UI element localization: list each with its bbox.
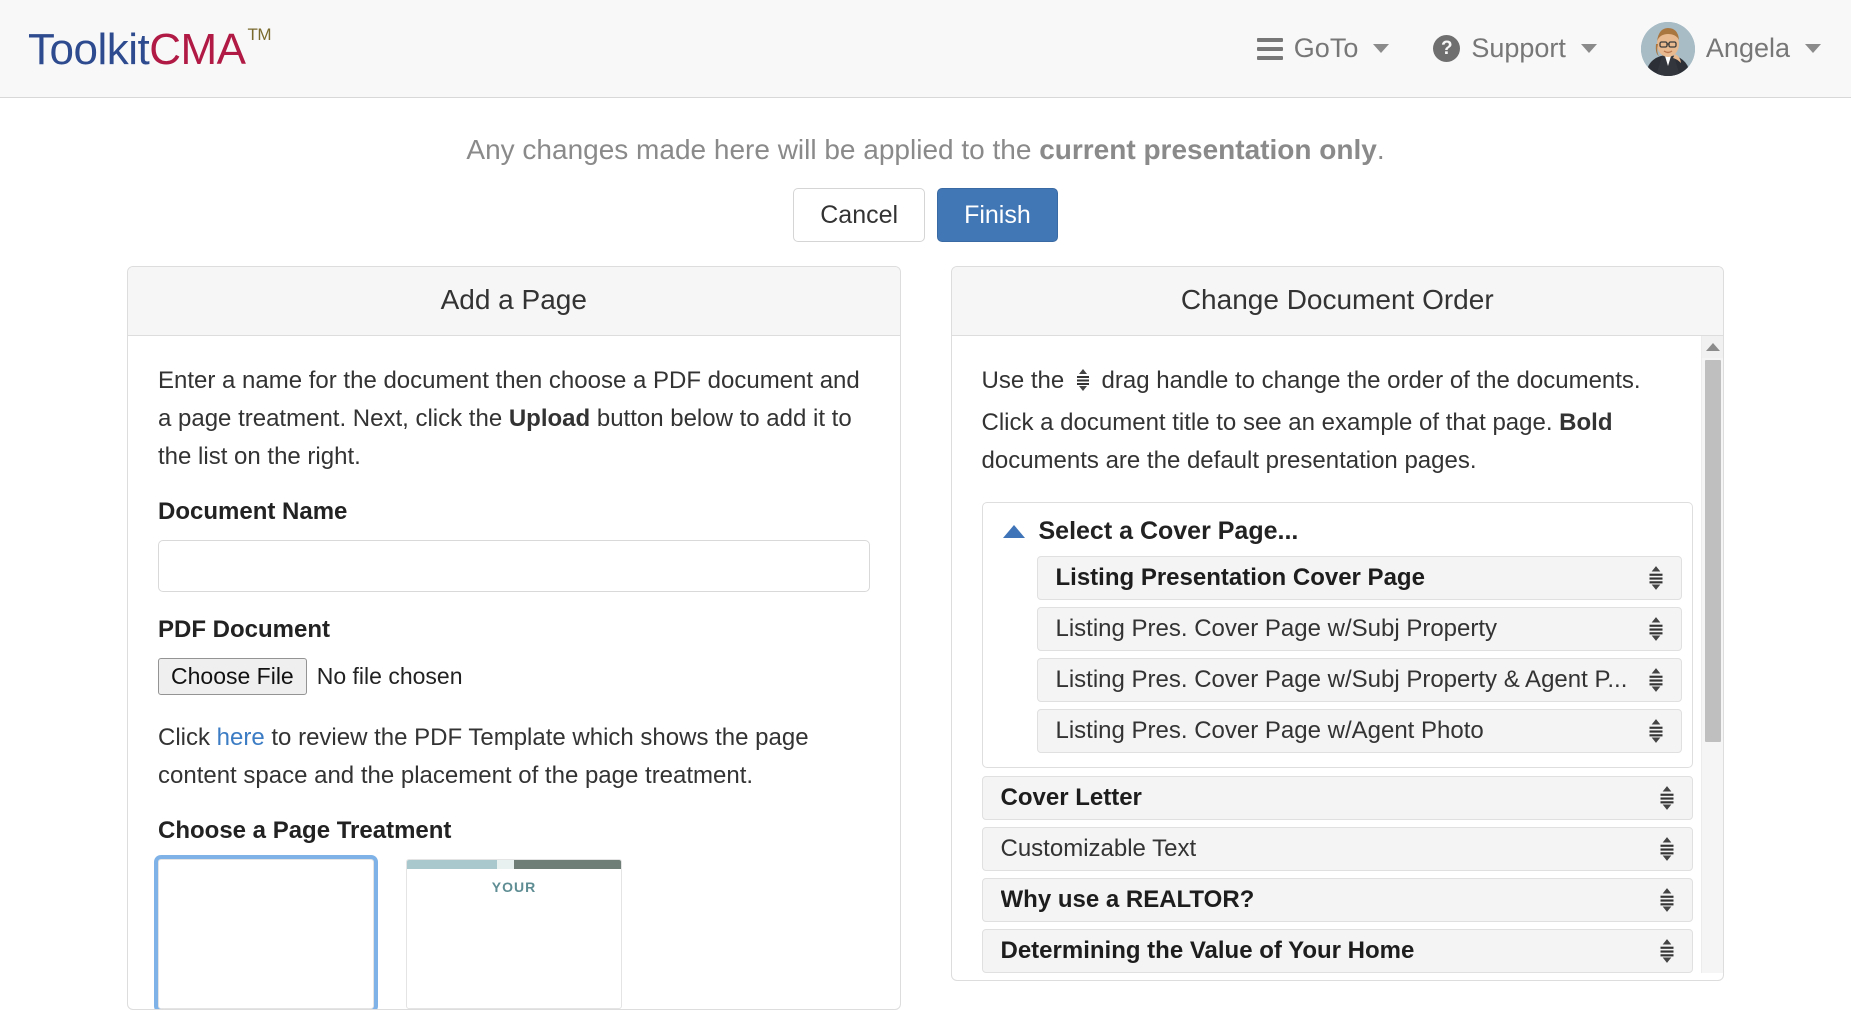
treatment-caption: YOUR (491, 879, 537, 895)
avatar (1640, 21, 1695, 76)
add-a-page-body: Enter a name for the document then choos… (128, 336, 900, 1009)
document-title: Cover Letter (1000, 784, 1142, 811)
nav-support-label: Support (1471, 33, 1566, 63)
document-title: Determining the Value of Your Home (1000, 937, 1415, 964)
cancel-button[interactable]: Cancel (793, 188, 926, 242)
panels-container: Add a Page Enter a name for the document… (0, 242, 1851, 1010)
app-logo[interactable]: ToolkitCMA TM (28, 24, 272, 74)
document-title: Listing Pres. Cover Page w/Subj Property (1055, 615, 1498, 642)
change-document-order-panel: Change Document Order Use the drag handl… (950, 266, 1724, 981)
drag-handle-icon[interactable] (1647, 718, 1669, 744)
notice-text-emphasis: current presentation only (1039, 134, 1377, 165)
order-instructions-part-1: Use the (981, 367, 1071, 394)
drag-handle-icon (1075, 366, 1091, 404)
order-instructions-bold-emphasis: Bold (1559, 409, 1613, 436)
presentation-scope-notice: Any changes made here will be applied to… (0, 98, 1851, 166)
chevron-down-icon (1805, 44, 1821, 53)
document-name-input[interactable] (158, 540, 870, 592)
scrollbar-thumb[interactable] (1705, 360, 1721, 742)
treatment-header-bar (407, 860, 621, 869)
pdf-document-label: PDF Document (158, 616, 331, 643)
chevron-down-icon (1580, 44, 1597, 53)
table-row[interactable]: Listing Presentation Cover Page (1036, 556, 1682, 600)
drag-handle-icon[interactable] (1658, 785, 1680, 811)
nav-user-label: Angela (1705, 33, 1790, 63)
table-row[interactable]: Listing Pres. Cover Page w/Agent Photo (1036, 709, 1682, 753)
logo-text-cma: CMA (149, 24, 246, 74)
finish-button[interactable]: Finish (937, 188, 1058, 242)
pdf-file-input[interactable]: Choose File No file chosen (158, 658, 870, 695)
drag-handle-icon[interactable] (1647, 616, 1669, 642)
file-status-text: No file chosen (316, 663, 463, 689)
instructions-upload-emphasis: Upload (508, 405, 591, 432)
document-title: Customizable Text (1000, 835, 1197, 862)
nav-user-menu[interactable]: Angela (1640, 21, 1821, 76)
add-a-page-panel: Add a Page Enter a name for the document… (127, 266, 901, 1010)
nav-support-menu[interactable]: ? Support (1433, 33, 1597, 64)
add-page-instructions: Enter a name for the document then choos… (158, 362, 870, 476)
choose-file-button[interactable]: Choose File (158, 658, 307, 695)
pdf-template-help: Click here to review the PDF Template wh… (158, 719, 870, 795)
notice-text-after: . (1376, 134, 1385, 165)
nav-goto-label: GoTo (1293, 33, 1359, 63)
table-row[interactable]: Why use a REALTOR? (981, 878, 1693, 922)
action-button-row: Cancel Finish (0, 188, 1851, 242)
cover-page-group-header[interactable]: Select a Cover Page... (993, 515, 1683, 556)
table-row[interactable]: Cover Letter (981, 776, 1693, 820)
document-name-label: Document Name (158, 498, 348, 525)
drag-handle-icon[interactable] (1647, 667, 1669, 693)
logo-trademark: TM (247, 24, 272, 44)
template-help-part-1: Click (158, 724, 217, 751)
drag-handle-icon[interactable] (1658, 836, 1680, 862)
logo-text-toolkit: Toolkit (28, 24, 150, 74)
chevron-down-icon (1373, 44, 1390, 53)
document-order-body: Use the drag handle to change the order … (952, 336, 1723, 973)
document-list-scrollbar[interactable] (1701, 336, 1723, 973)
question-circle-icon: ? (1433, 35, 1461, 62)
document-title: Listing Presentation Cover Page (1055, 564, 1425, 591)
page-treatment-label: Choose a Page Treatment (158, 817, 452, 844)
scroll-up-button[interactable] (1702, 336, 1723, 358)
drag-handle-icon[interactable] (1658, 938, 1680, 964)
document-title: Listing Pres. Cover Page w/Subj Property… (1055, 666, 1628, 693)
table-row[interactable]: Customizable Text (981, 827, 1693, 871)
navbar-right-group: GoTo ? Support Angela (1256, 21, 1821, 76)
document-title: Why use a REALTOR? (1000, 886, 1255, 913)
table-row[interactable]: Listing Pres. Cover Page w/Subj Property (1036, 607, 1682, 651)
document-order-instructions: Use the drag handle to change the order … (982, 362, 1694, 480)
drag-handle-icon[interactable] (1647, 565, 1669, 591)
chevron-up-icon (1002, 525, 1025, 538)
document-title: Listing Pres. Cover Page w/Agent Photo (1055, 717, 1484, 744)
add-a-page-title: Add a Page (128, 267, 900, 336)
top-navbar: ToolkitCMA TM GoTo ? Support Angela (0, 0, 1851, 98)
hamburger-icon (1256, 37, 1283, 60)
table-row[interactable]: Determining the Value of Your Home (981, 929, 1693, 973)
table-row[interactable]: Listing Pres. Cover Page w/Subj Property… (1036, 658, 1682, 702)
drag-handle-icon[interactable] (1658, 887, 1680, 913)
order-instructions-part-3: documents are the default presentation p… (981, 447, 1477, 474)
cover-page-group: Select a Cover Page... Listing Presentat… (981, 502, 1693, 768)
notice-text-before: Any changes made here will be applied to… (466, 134, 1040, 165)
cover-page-group-label: Select a Cover Page... (1038, 517, 1299, 545)
pdf-template-link[interactable]: here (217, 724, 265, 751)
change-document-order-title: Change Document Order (951, 267, 1723, 336)
nav-goto-menu[interactable]: GoTo (1256, 33, 1390, 64)
